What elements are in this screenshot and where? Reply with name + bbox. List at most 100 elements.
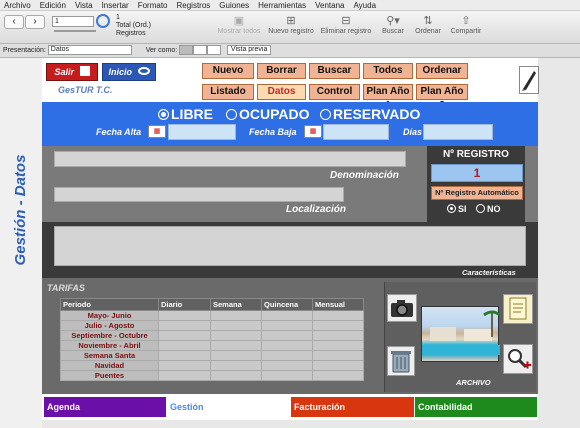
localizacion-field[interactable] bbox=[54, 187, 344, 202]
radio-si[interactable] bbox=[447, 204, 456, 213]
semana-cell[interactable] bbox=[210, 330, 262, 341]
nuevo-button[interactable]: Nuevo bbox=[202, 63, 254, 79]
diario-cell[interactable] bbox=[158, 310, 211, 321]
ordenar-button[interactable]: Ordenar bbox=[416, 63, 468, 79]
trash-icon[interactable] bbox=[387, 346, 415, 376]
quincena-cell[interactable] bbox=[261, 340, 313, 351]
delete-record-button[interactable]: ⊟ Eliminar registro bbox=[318, 15, 374, 36]
menu-item-edición[interactable]: Edición bbox=[40, 1, 66, 10]
camera-icon[interactable] bbox=[387, 294, 417, 322]
localizacion-label: Localización bbox=[286, 204, 347, 215]
record-number-input[interactable]: 1 bbox=[52, 16, 94, 27]
semana-cell[interactable] bbox=[210, 310, 262, 321]
quincena-cell[interactable] bbox=[261, 350, 313, 361]
denominacion-field[interactable] bbox=[54, 151, 406, 167]
module-agenda[interactable]: Agenda bbox=[44, 397, 166, 417]
menu-item-vista[interactable]: Vista bbox=[75, 1, 93, 10]
diario-cell[interactable] bbox=[158, 350, 211, 361]
previous-record-button[interactable]: ‹ bbox=[4, 15, 24, 29]
menu-item-formato[interactable]: Formato bbox=[138, 1, 168, 10]
semana-cell[interactable] bbox=[210, 340, 262, 351]
preview-button[interactable]: Vista previa bbox=[227, 45, 272, 56]
view-form-button[interactable] bbox=[179, 45, 194, 56]
quincena-cell[interactable] bbox=[261, 330, 313, 341]
module-gestion[interactable]: Gestión bbox=[167, 397, 290, 417]
semana-cell[interactable] bbox=[210, 370, 262, 381]
quincena-cell[interactable] bbox=[261, 360, 313, 371]
semana-cell[interactable] bbox=[210, 350, 262, 361]
mensual-cell[interactable] bbox=[312, 360, 364, 371]
view-table-button[interactable] bbox=[207, 45, 222, 56]
buscar-button[interactable]: Buscar bbox=[309, 63, 360, 79]
show-all-button[interactable]: ▣ Mostrar todos bbox=[214, 15, 264, 36]
mensual-cell[interactable] bbox=[312, 330, 364, 341]
status-radio-libre[interactable]: LIBRE bbox=[158, 106, 213, 122]
menu-item-ayuda[interactable]: Ayuda bbox=[353, 1, 376, 10]
diario-cell[interactable] bbox=[158, 360, 211, 371]
quincena-cell[interactable] bbox=[261, 320, 313, 331]
pen-tool-icon[interactable] bbox=[519, 66, 539, 94]
caracteristicas-field[interactable] bbox=[54, 226, 526, 266]
diario-cell[interactable] bbox=[158, 330, 211, 341]
inicio-button[interactable]: Inicio bbox=[102, 63, 156, 81]
calendar-icon[interactable]: ▦ bbox=[148, 125, 166, 138]
mensual-cell[interactable] bbox=[312, 320, 364, 331]
show-all-label: Mostrar todos bbox=[217, 28, 261, 35]
new-record-label: Nuevo registro bbox=[268, 28, 314, 35]
radio-libre[interactable] bbox=[158, 109, 169, 120]
mensual-cell[interactable] bbox=[312, 370, 364, 381]
auto-radio-si[interactable]: SI bbox=[447, 204, 467, 214]
quincena-cell[interactable] bbox=[261, 370, 313, 381]
registro-number-field[interactable]: 1 bbox=[431, 164, 523, 182]
new-record-button[interactable]: ⊞ Nuevo registro bbox=[266, 15, 316, 36]
menu-item-ventana[interactable]: Ventana bbox=[315, 1, 344, 10]
borrar-button[interactable]: Borrar bbox=[257, 63, 306, 79]
status-radio-reservado[interactable]: RESERVADO bbox=[320, 106, 420, 122]
document-icon[interactable] bbox=[503, 294, 533, 324]
radio-ocupado[interactable] bbox=[226, 109, 237, 120]
auto-radio-no[interactable]: NO bbox=[476, 204, 501, 214]
todos-button[interactable]: Todos bbox=[363, 63, 413, 79]
fecha-baja-field[interactable] bbox=[323, 124, 389, 140]
dias-field[interactable] bbox=[423, 124, 493, 140]
radio-reservado[interactable] bbox=[320, 109, 331, 120]
semana-cell[interactable] bbox=[210, 360, 262, 371]
menu-item-registros[interactable]: Registros bbox=[177, 1, 211, 10]
property-photo[interactable] bbox=[421, 306, 501, 362]
menu-item-guiones[interactable]: Guiones bbox=[219, 1, 249, 10]
menu-item-herramientas[interactable]: Herramientas bbox=[258, 1, 306, 10]
mensual-cell[interactable] bbox=[312, 310, 364, 321]
fecha-alta-field[interactable] bbox=[168, 124, 236, 140]
quincena-cell[interactable] bbox=[261, 310, 313, 321]
next-record-button[interactable]: › bbox=[25, 15, 45, 29]
search-button[interactable]: ⚲▾ Buscar bbox=[378, 15, 408, 36]
tab-listado[interactable]: Listado bbox=[202, 84, 254, 100]
mensual-cell[interactable] bbox=[312, 350, 364, 361]
record-slider[interactable] bbox=[54, 30, 96, 32]
module-facturacion[interactable]: Facturación bbox=[291, 397, 414, 417]
diario-cell[interactable] bbox=[158, 370, 211, 381]
menu-item-insertar[interactable]: Insertar bbox=[102, 1, 129, 10]
diario-cell[interactable] bbox=[158, 340, 211, 351]
diario-cell[interactable] bbox=[158, 320, 211, 331]
tab-control[interactable]: Control bbox=[309, 84, 360, 100]
presentation-select[interactable]: Datos bbox=[47, 45, 132, 56]
status-radio-ocupado[interactable]: OCUPADO bbox=[226, 106, 310, 122]
mensual-cell[interactable] bbox=[312, 340, 364, 351]
salir-button[interactable]: Salir bbox=[46, 63, 98, 81]
tab-datos[interactable]: Datos bbox=[257, 84, 306, 100]
layout-bar: Presentación: Datos Ver como: Vista prev… bbox=[0, 44, 580, 58]
tab-plan-ano-1[interactable]: Plan Año 1 bbox=[363, 84, 413, 111]
calendar-icon[interactable]: ▦ bbox=[304, 125, 322, 138]
periodo-cell: Septiembre - Octubre bbox=[60, 330, 159, 341]
module-contabilidad[interactable]: Contabilidad bbox=[415, 397, 537, 417]
zoom-add-icon[interactable] bbox=[503, 344, 533, 374]
tab-plan-ano-2[interactable]: Plan Año 2 bbox=[416, 84, 468, 111]
view-list-button[interactable] bbox=[193, 45, 208, 56]
sort-button[interactable]: ⇅ Ordenar bbox=[412, 15, 444, 36]
share-button[interactable]: ⇧ Compartir bbox=[448, 15, 484, 36]
semana-cell[interactable] bbox=[210, 320, 262, 331]
menu-item-archivo[interactable]: Archivo bbox=[4, 1, 31, 10]
radio-no[interactable] bbox=[476, 204, 485, 213]
registro-automatico-button[interactable]: Nº Registro Automático bbox=[431, 186, 523, 200]
